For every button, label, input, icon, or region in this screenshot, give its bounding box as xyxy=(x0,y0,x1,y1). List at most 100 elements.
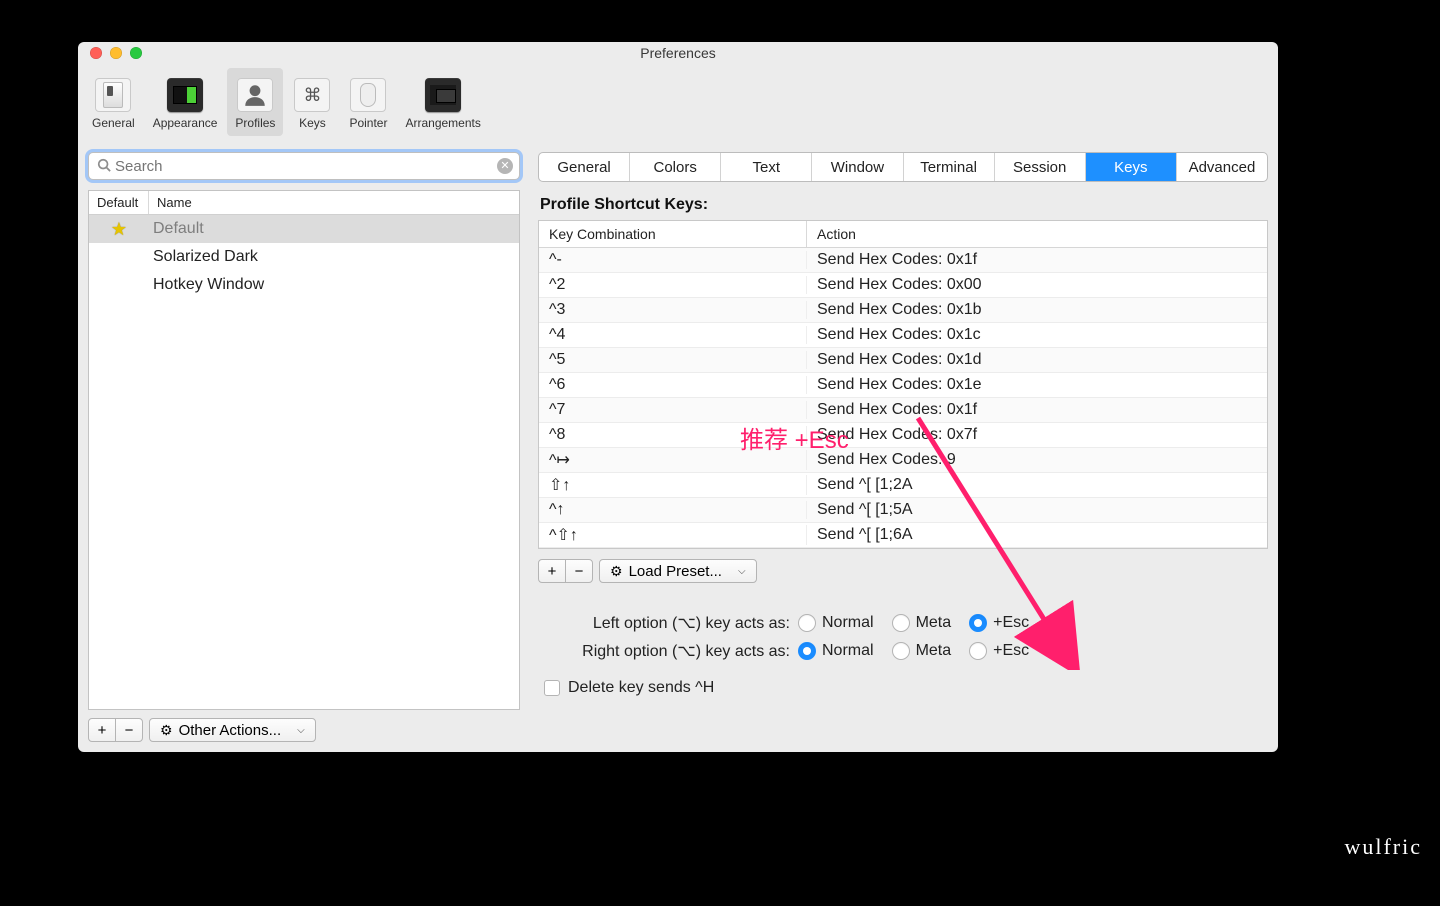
shortcut-table-header: Key Combination Action xyxy=(539,221,1267,248)
shortcut-action: Send Hex Codes: 0x1e xyxy=(807,376,1267,394)
shortcut-action: Send Hex Codes: 9 xyxy=(807,451,1267,469)
toolbar-item-general[interactable]: General xyxy=(84,68,143,136)
shortcut-keycombo: ^3 xyxy=(539,301,807,319)
shortcut-table: Key Combination Action ^-Send Hex Codes:… xyxy=(538,220,1268,549)
toolbar-item-profiles[interactable]: Profiles xyxy=(227,68,283,136)
general-icon xyxy=(95,78,131,112)
traffic-lights xyxy=(86,47,142,59)
toolbar-item-keys[interactable]: ⌘ Keys xyxy=(285,68,339,136)
left-option-radio-meta[interactable]: Meta xyxy=(892,614,952,632)
radio-indicator xyxy=(892,642,910,660)
shortcut-keycombo: ^↑ xyxy=(539,501,807,519)
preferences-window: Preferences General AppearanceProfiles ⌘ Ke… xyxy=(78,42,1278,752)
delete-key-row[interactable]: Delete key sends ^H xyxy=(544,679,1268,697)
radio-label: +Esc xyxy=(993,614,1029,632)
window-title: Preferences xyxy=(78,45,1278,61)
shortcut-row[interactable]: ^8Send Hex Codes: 0x7f xyxy=(539,423,1267,448)
shortcut-action: Send Hex Codes: 0x7f xyxy=(807,426,1267,444)
tab-colors[interactable]: Colors xyxy=(630,153,721,181)
profile-detail-pane: GeneralColorsTextWindowTerminalSessionKe… xyxy=(538,152,1268,742)
toolbar-item-pointer[interactable]: Pointer xyxy=(341,68,395,136)
shortcut-row[interactable]: ^-Send Hex Codes: 0x1f xyxy=(539,248,1267,273)
tab-advanced[interactable]: Advanced xyxy=(1177,153,1267,181)
other-actions-label: Other Actions... xyxy=(179,722,282,739)
profiles-icon xyxy=(237,78,273,112)
right-option-radio-plus-esc[interactable]: +Esc xyxy=(969,642,1029,660)
tab-general[interactable]: General xyxy=(539,153,630,181)
shortcut-action: Send Hex Codes: 0x1d xyxy=(807,351,1267,369)
shortcut-row[interactable]: ^7Send Hex Codes: 0x1f xyxy=(539,398,1267,423)
close-icon[interactable] xyxy=(90,47,102,59)
right-option-radios: Normal Meta +Esc xyxy=(798,642,1029,660)
radio-label: Meta xyxy=(916,614,952,632)
radio-label: Normal xyxy=(822,614,874,632)
profile-name: Hotkey Window xyxy=(149,276,519,294)
profile-list: Default Name ★Default Solarized Dark Hotke… xyxy=(88,190,520,710)
zoom-icon[interactable] xyxy=(130,47,142,59)
titlebar: Preferences xyxy=(78,42,1278,64)
shortcut-row[interactable]: ⇧↑Send ^[ [1;2A xyxy=(539,473,1267,498)
right-option-radio-normal[interactable]: Normal xyxy=(798,642,874,660)
minimize-icon[interactable] xyxy=(110,47,122,59)
toolbar-label: General xyxy=(92,116,135,130)
profile-row[interactable]: Solarized Dark xyxy=(89,243,519,271)
shortcut-row[interactable]: ^↑Send ^[ [1;5A xyxy=(539,498,1267,523)
toolbar-item-appearance[interactable]: Appearance xyxy=(145,68,226,136)
right-option-label: Right option (⌥) key acts as: xyxy=(538,641,798,661)
radio-indicator xyxy=(969,642,987,660)
left-option-radio-normal[interactable]: Normal xyxy=(798,614,874,632)
tab-window[interactable]: Window xyxy=(812,153,903,181)
watermark: wulfric xyxy=(1344,834,1422,860)
add-profile-button[interactable]: + xyxy=(88,718,116,742)
profile-name: Solarized Dark xyxy=(149,248,519,266)
toolbar-item-arrangements[interactable]: Arrangements xyxy=(397,68,488,136)
delete-key-checkbox[interactable] xyxy=(544,680,560,696)
shortcut-action: Send ^[ [1;5A xyxy=(807,501,1267,519)
column-action[interactable]: Action xyxy=(807,221,1267,247)
clear-icon[interactable]: ✕ xyxy=(497,158,513,174)
shortcut-row[interactable]: ^↦Send Hex Codes: 9 xyxy=(539,448,1267,473)
shortcut-row[interactable]: ^2Send Hex Codes: 0x00 xyxy=(539,273,1267,298)
column-default[interactable]: Default xyxy=(89,191,149,214)
right-option-radio-meta[interactable]: Meta xyxy=(892,642,952,660)
search-field[interactable]: ✕ xyxy=(88,152,520,180)
remove-profile-button[interactable]: − xyxy=(115,718,143,742)
tab-keys[interactable]: Keys xyxy=(1086,153,1177,181)
toolbar-label: Keys xyxy=(299,116,326,130)
toolbar-label: Pointer xyxy=(349,116,387,130)
shortcut-row[interactable]: ^5Send Hex Codes: 0x1d xyxy=(539,348,1267,373)
keys-icon: ⌘ xyxy=(294,78,330,112)
shortcut-action: Send Hex Codes: 0x1b xyxy=(807,301,1267,319)
add-shortcut-button[interactable]: + xyxy=(538,559,566,583)
default-star: ★ xyxy=(89,219,149,240)
shortcut-keycombo: ^5 xyxy=(539,351,807,369)
search-input[interactable] xyxy=(115,158,497,175)
other-actions-dropdown[interactable]: ⚙ Other Actions... ⌵ xyxy=(149,718,316,742)
radio-label: Normal xyxy=(822,642,874,660)
profiles-sidebar: ✕ Default Name ★Default Solarized Dark Hot… xyxy=(88,152,520,742)
tab-text[interactable]: Text xyxy=(721,153,812,181)
shortcut-action: Send Hex Codes: 0x1c xyxy=(807,326,1267,344)
shortcut-row[interactable]: ^3Send Hex Codes: 0x1b xyxy=(539,298,1267,323)
shortcut-action: Send ^[ [1;6A xyxy=(807,526,1267,544)
toolbar: General AppearanceProfiles ⌘ Keys Pointer Arr… xyxy=(78,64,1278,136)
column-name[interactable]: Name xyxy=(149,191,519,214)
tab-session[interactable]: Session xyxy=(995,153,1086,181)
profile-row[interactable]: Hotkey Window xyxy=(89,271,519,299)
left-option-radio-plus-esc[interactable]: +Esc xyxy=(969,614,1029,632)
remove-shortcut-button[interactable]: − xyxy=(565,559,593,583)
search-icon xyxy=(97,158,111,175)
shortcut-add-remove: + − xyxy=(538,559,593,583)
shortcut-row[interactable]: ^6Send Hex Codes: 0x1e xyxy=(539,373,1267,398)
shortcut-row[interactable]: ^4Send Hex Codes: 0x1c xyxy=(539,323,1267,348)
delete-key-label: Delete key sends ^H xyxy=(568,679,714,697)
radio-label: Meta xyxy=(916,642,952,660)
tab-terminal[interactable]: Terminal xyxy=(904,153,995,181)
column-key-combo[interactable]: Key Combination xyxy=(539,221,807,247)
load-preset-label: Load Preset... xyxy=(629,563,722,580)
shortcut-keycombo: ^↦ xyxy=(539,450,807,470)
arrangements-icon xyxy=(425,78,461,112)
shortcut-row[interactable]: ^⇧↑Send ^[ [1;6A xyxy=(539,523,1267,548)
load-preset-dropdown[interactable]: ⚙ Load Preset... ⌵ xyxy=(599,559,757,583)
profile-row[interactable]: ★Default xyxy=(89,215,519,243)
